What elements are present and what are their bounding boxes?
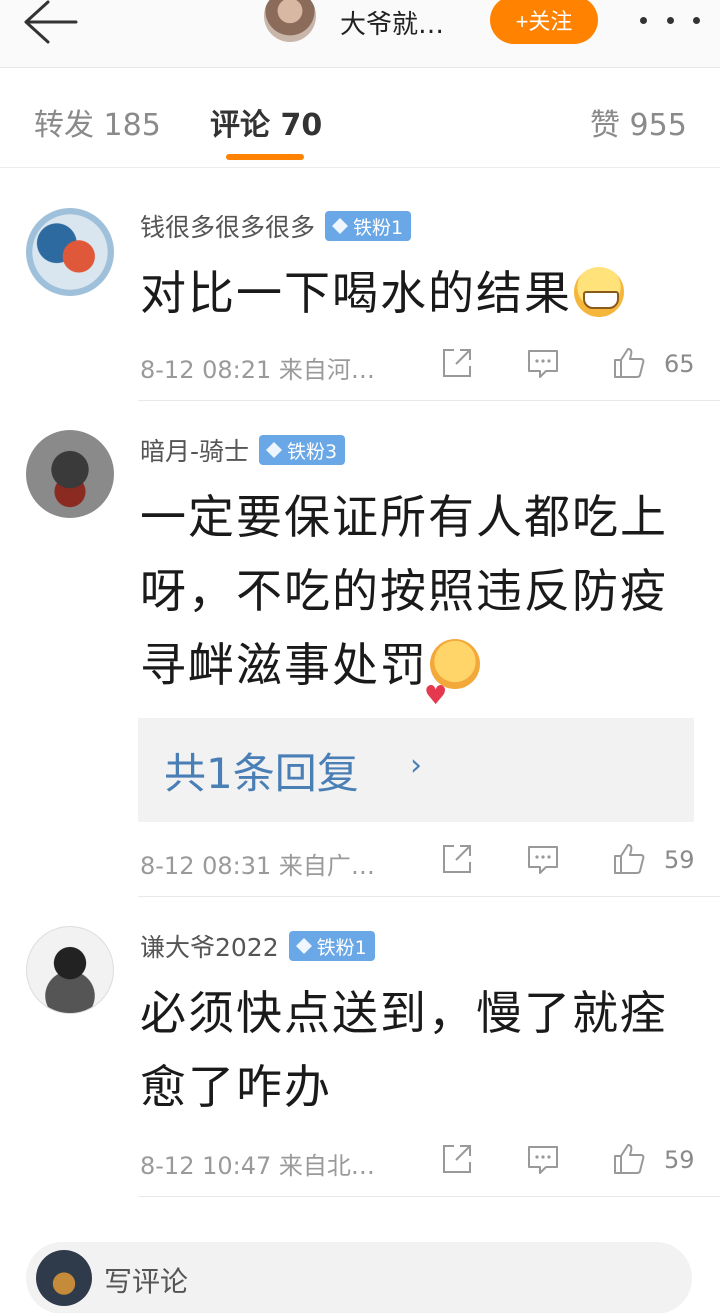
reply-icon[interactable] xyxy=(526,1142,560,1176)
comment-text: 必须快点送到，慢了就痊愈了咋办 xyxy=(140,986,668,1114)
comment-username[interactable]: 暗月-骑士 铁粉3 xyxy=(140,432,346,468)
comment-time-source: 8-12 10:47 来自北… xyxy=(140,1152,375,1180)
active-tab-indicator xyxy=(226,154,304,160)
reply-icon[interactable] xyxy=(526,842,560,876)
like-count: 59 xyxy=(664,846,695,874)
more-options-icon[interactable] xyxy=(640,4,700,36)
comment-text: 对比一下喝水的结果 xyxy=(140,256,700,330)
replies-link[interactable]: 共1条回复 xyxy=(164,740,359,801)
write-comment-placeholder[interactable]: 写评论 xyxy=(104,1260,188,1300)
chevron-right-icon: › xyxy=(410,748,422,783)
reply-icon[interactable] xyxy=(526,346,560,380)
comment-username[interactable]: 钱很多很多很多 铁粉1 xyxy=(140,208,412,244)
tab-likes[interactable]: 赞 955 xyxy=(590,100,687,144)
username-text: 钱很多很多很多 xyxy=(140,213,316,242)
share-icon[interactable] xyxy=(440,842,474,876)
like-icon[interactable] xyxy=(612,346,646,380)
fan-badge: 铁粉1 xyxy=(325,211,412,241)
comment-time-source: 8-12 08:31 来自广… xyxy=(140,852,375,880)
avatar[interactable] xyxy=(26,208,114,296)
like-count: 59 xyxy=(664,1146,695,1174)
tab-reposts[interactable]: 转发 185 xyxy=(34,100,161,144)
fan-badge: 铁粉1 xyxy=(288,931,375,961)
fan-badge: 铁粉3 xyxy=(259,435,346,465)
avatar[interactable] xyxy=(26,430,114,518)
comment-meta: 8-12 08:31 来自广… 59 xyxy=(140,842,700,882)
comment-meta: 8-12 08:21 来自河… 65 xyxy=(140,346,700,386)
author-name[interactable]: 大爷就… xyxy=(340,4,444,41)
username-text: 暗月-骑士 xyxy=(140,437,250,466)
write-comment-bar[interactable]: 写评论 xyxy=(26,1242,692,1313)
author-avatar[interactable] xyxy=(264,0,316,42)
like-icon[interactable] xyxy=(612,1142,646,1176)
comment-time-source: 8-12 08:21 来自河… xyxy=(140,356,375,384)
divider xyxy=(138,1196,720,1197)
share-icon[interactable] xyxy=(440,346,474,380)
my-avatar xyxy=(36,1250,92,1306)
comment-meta: 8-12 10:47 来自北… 59 xyxy=(140,1142,700,1182)
top-bar: 大爷就… +关注 xyxy=(0,0,720,68)
comment-username[interactable]: 谦大爷2022 铁粉1 xyxy=(140,928,375,964)
back-arrow-icon[interactable] xyxy=(18,0,82,44)
comment-text: 一定要保证所有人都吃上呀，不吃的按照违反防疫寻衅滋事处罚 xyxy=(140,480,700,733)
divider xyxy=(138,400,720,401)
like-icon[interactable] xyxy=(612,842,646,876)
replies-summary[interactable]: 共1条回复 › xyxy=(138,718,694,822)
like-count: 65 xyxy=(664,350,695,378)
tab-bar: 转发 185 评论 70 赞 955 xyxy=(0,68,720,168)
share-icon[interactable] xyxy=(440,1142,474,1176)
tab-comments[interactable]: 评论 70 xyxy=(210,100,322,144)
grin-emoji-icon xyxy=(574,267,624,317)
diamond-icon xyxy=(332,218,349,234)
divider xyxy=(138,896,720,897)
follow-button[interactable]: +关注 xyxy=(490,0,598,44)
username-text: 谦大爷2022 xyxy=(140,933,279,962)
diamond-icon xyxy=(266,442,283,458)
love-emoji-icon xyxy=(424,639,480,733)
avatar[interactable] xyxy=(26,926,114,1014)
diamond-icon xyxy=(295,938,312,954)
